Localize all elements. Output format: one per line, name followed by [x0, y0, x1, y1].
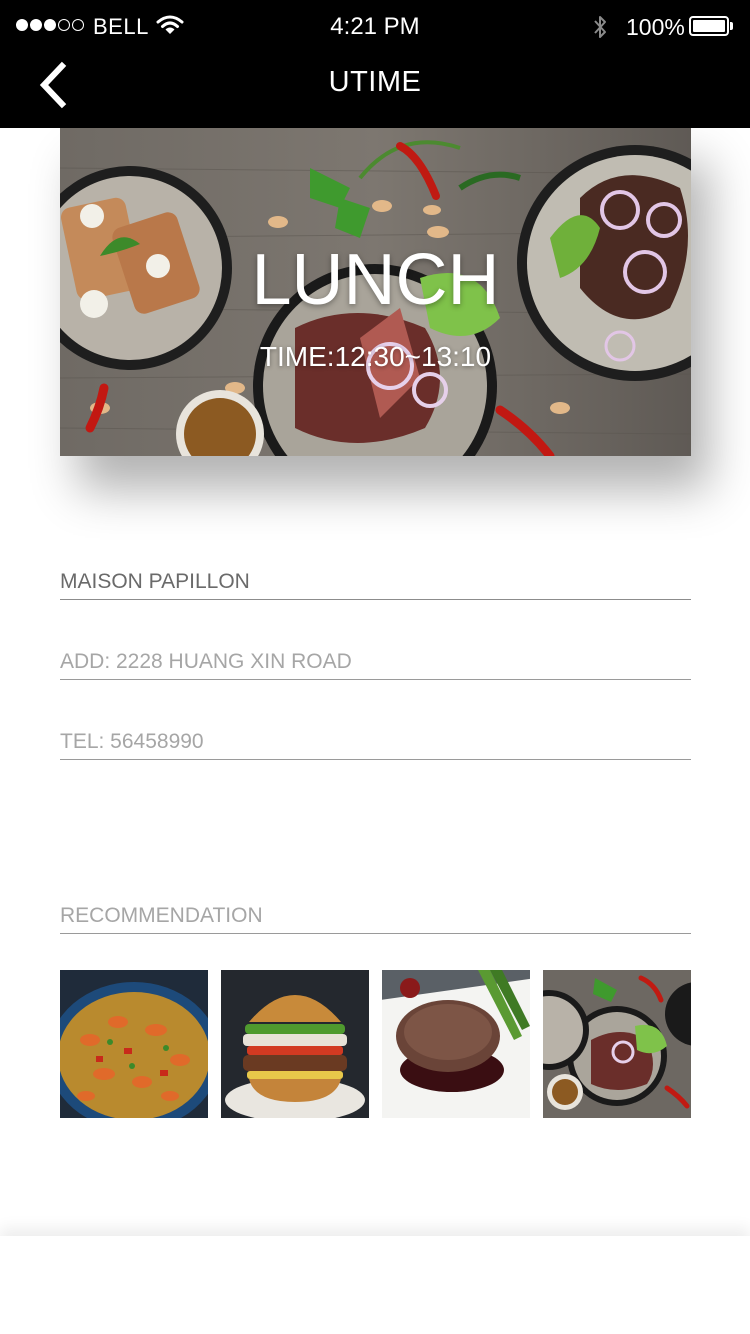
hero-time: TIME:12:30~13:10	[259, 341, 492, 372]
recommendation-label: RECOMMENDATION	[60, 904, 263, 927]
bottom-bar	[0, 1236, 750, 1334]
recommendation-steak-thumbnail[interactable]	[382, 970, 530, 1118]
restaurant-telephone[interactable]: TEL: 56458990	[60, 730, 204, 754]
recommendation-list	[60, 970, 691, 1118]
battery-percentage: 100%	[626, 14, 685, 40]
restaurant-address: ADD: 2228 HUANG XIN ROAD	[60, 650, 352, 673]
hero-banner: LUNCH TIME:12:30~13:10	[60, 128, 691, 456]
telephone-row[interactable]: TEL: 56458990	[60, 720, 691, 760]
recommendation-lunch-bowls-thumbnail[interactable]	[543, 970, 691, 1118]
hero-title: LUNCH	[251, 240, 500, 320]
restaurant-name: MAISON PAPILLON	[60, 570, 250, 593]
battery-icon	[689, 16, 733, 36]
address-row: ADD: 2228 HUANG XIN ROAD	[60, 640, 691, 680]
steak-photo	[382, 970, 530, 1118]
top-bar: BELL 4:21 PM 100% UTIME	[0, 0, 750, 128]
paella-photo	[60, 970, 208, 1118]
restaurant-name-row: MAISON PAPILLON	[60, 560, 691, 600]
recommendation-paella-thumbnail[interactable]	[60, 970, 208, 1118]
lunch-bowls-photo	[543, 970, 691, 1118]
status-bar: BELL 4:21 PM 100%	[0, 0, 750, 54]
recommendation-header: RECOMMENDATION	[60, 894, 691, 934]
recommendation-burger-thumbnail[interactable]	[221, 970, 369, 1118]
bluetooth-icon	[594, 16, 606, 38]
burger-photo	[221, 970, 369, 1118]
page-title: UTIME	[328, 66, 422, 98]
